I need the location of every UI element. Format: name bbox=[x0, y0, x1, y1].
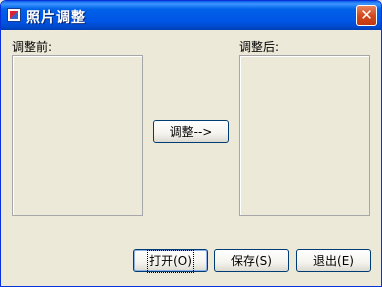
image-before-panel bbox=[12, 55, 143, 216]
save-button[interactable]: 保存(S) bbox=[214, 249, 289, 272]
close-icon: ✕ bbox=[360, 6, 373, 24]
image-after-panel bbox=[239, 55, 370, 216]
window-title: 照片调整 bbox=[26, 10, 86, 26]
save-button-label: 保存(S) bbox=[231, 254, 272, 268]
close-button[interactable]: ✕ bbox=[356, 5, 377, 26]
label-after: 调整后: bbox=[239, 40, 280, 54]
open-button[interactable]: 打开(O) bbox=[133, 249, 208, 273]
exit-button[interactable]: 退出(E) bbox=[296, 249, 371, 272]
adjust-button[interactable]: 调整--> bbox=[153, 120, 229, 143]
dialog-window: 照片调整 ✕ 调整前: 调整后: 调整--> 打开(O) 保存(S) 退出(E) bbox=[0, 0, 382, 287]
title-bar[interactable]: 照片调整 ✕ bbox=[1, 1, 381, 30]
app-icon bbox=[7, 8, 21, 22]
exit-button-label: 退出(E) bbox=[313, 254, 354, 268]
label-before: 调整前: bbox=[12, 40, 53, 54]
adjust-button-label: 调整--> bbox=[169, 125, 213, 139]
open-button-label: 打开(O) bbox=[147, 250, 194, 273]
